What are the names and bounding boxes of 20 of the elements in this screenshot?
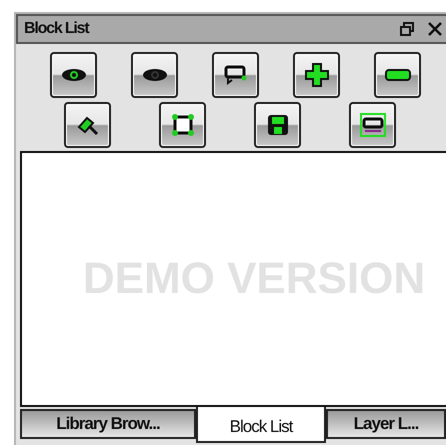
- toolbar-button[interactable]: [50, 52, 97, 98]
- toolbar-button[interactable]: [64, 102, 111, 148]
- restore-icon: [400, 22, 414, 36]
- toolbar-button[interactable]: [374, 52, 421, 98]
- eye-icon: [142, 68, 168, 82]
- panel-title: Block List: [24, 20, 90, 38]
- minus-icon: [384, 69, 410, 81]
- toolbar-button[interactable]: [293, 52, 340, 98]
- eye-icon: [60, 68, 86, 82]
- toolbar-button[interactable]: [349, 102, 396, 148]
- toolbar-button[interactable]: [212, 52, 259, 98]
- toolbar-button[interactable]: [131, 52, 178, 98]
- toolbar-button[interactable]: [254, 102, 301, 148]
- close-icon: [427, 21, 443, 37]
- tab[interactable]: Layer L...: [326, 409, 446, 439]
- plus-icon: [304, 63, 328, 87]
- block-frame-icon: [360, 113, 386, 137]
- tab[interactable]: Block List: [196, 407, 326, 443]
- tab[interactable]: Library Brow...: [20, 409, 196, 439]
- toolbar-button[interactable]: [159, 102, 206, 148]
